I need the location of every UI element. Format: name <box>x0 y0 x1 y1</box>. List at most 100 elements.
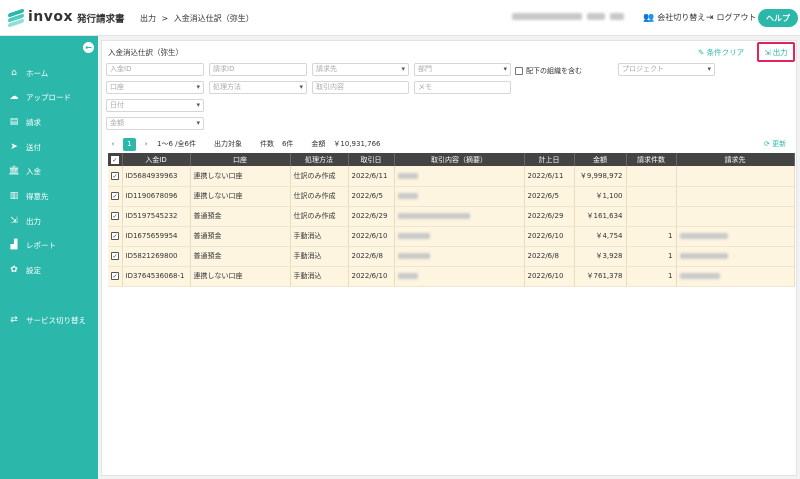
method-select[interactable]: 処理方法 <box>209 81 307 94</box>
sidebar-item-payment[interactable]: 🏛 入金 <box>0 164 98 178</box>
export-button[interactable]: ⇲ 出力 <box>757 42 795 62</box>
cell-amount: ￥761,378 <box>574 266 627 287</box>
department-select[interactable]: 部門 <box>414 63 511 76</box>
service-switch-label: サービス切り替え <box>26 315 86 325</box>
row-checkbox[interactable]: ✓ <box>111 212 119 220</box>
table-row[interactable]: ✓ ID5821269800 普通預金 手動消込 2022/6/8 2022/6… <box>108 246 795 267</box>
date-select[interactable]: 日付 <box>106 99 204 112</box>
chevron-left-icon[interactable]: ‹ <box>108 140 118 148</box>
sidebar-item-invoice[interactable]: ▤ 請求 <box>0 115 98 129</box>
row-checkbox[interactable]: ✓ <box>111 272 119 280</box>
breadcrumb-item-current: 入金消込仕訳（弥生） <box>173 14 254 23</box>
checkbox-box[interactable] <box>515 67 523 75</box>
cell-posting-date: 2022/6/11 <box>524 166 575 187</box>
cell-amount: ￥4,754 <box>574 226 627 247</box>
col-posting-date[interactable]: 計上日 <box>524 153 575 166</box>
col-trade-date[interactable]: 取引日 <box>348 153 395 166</box>
row-checkbox[interactable]: ✓ <box>111 171 119 180</box>
cell-invoice-count <box>626 166 677 187</box>
arrow-left-icon[interactable]: ← <box>83 42 94 53</box>
col-billing-to[interactable]: 請求先 <box>676 153 795 166</box>
service-switch[interactable]: ⇄ サービス切り替え <box>0 313 98 327</box>
cell-invoice-count: 1 <box>626 226 677 247</box>
app-logo[interactable]: invox 発行請求書 <box>8 8 125 28</box>
count-label: 件数 <box>259 140 274 148</box>
send-icon: ➤ <box>10 142 18 152</box>
sidebar-item-home[interactable]: ⌂ ホーム <box>0 66 98 80</box>
breadcrumb-item-export[interactable]: 出力 <box>140 14 156 23</box>
clear-conditions-link[interactable]: ✎ 条件クリア <box>698 47 744 58</box>
sidebar-item-send[interactable]: ➤ 送付 <box>0 140 98 154</box>
switch-company-link[interactable]: 👥 会社切り替え <box>643 12 705 23</box>
sidebar-item-label: 出力 <box>26 216 41 226</box>
main-panel: 入金消込仕訳（弥生） ✎ 条件クリア ⇲ 出力 入金ID 請求ID 請求先 部門… <box>101 40 797 476</box>
col-description[interactable]: 取引内容（摘要） <box>394 153 525 166</box>
cell-account: 連携しない口座 <box>190 266 291 287</box>
export-label: 出力 <box>772 47 788 57</box>
cell-posting-date: 2022/6/29 <box>524 206 575 227</box>
col-invoice-count[interactable]: 請求件数 <box>626 153 677 166</box>
logout-link[interactable]: ⇥ ログアウト <box>706 12 757 23</box>
cell-invoice-count <box>626 206 677 227</box>
sidebar-item-label: 得意先 <box>26 191 49 201</box>
help-button[interactable]: ヘルプ <box>758 9 798 27</box>
sidebar: ← ⌂ ホーム ☁ アップロード ▤ 請求 ➤ 送付 🏛 入金 ▥ 得意先 ⇲ 出力 ▟ レポー… <box>0 36 98 479</box>
col-amount[interactable]: 金額 <box>574 153 627 166</box>
cell-invoice-count <box>626 186 677 207</box>
col-method[interactable]: 処理方法 <box>290 153 349 166</box>
users-icon: 👥 <box>643 12 655 23</box>
bank-icon: 🏛 <box>8 166 20 176</box>
amount-select[interactable]: 金額 <box>106 117 204 130</box>
transaction-input[interactable]: 取引内容 <box>312 81 409 94</box>
cell-payment-id: ID5684939963 <box>122 166 191 187</box>
invoice-id-input[interactable]: 請求ID <box>209 63 307 76</box>
table-row[interactable]: ✓ ID1675659954 普通預金 手動消込 2022/6/10 2022/… <box>108 226 795 247</box>
sidebar-item-customer[interactable]: ▥ 得意先 <box>0 189 98 203</box>
table-row[interactable]: ✓ ID1190678096 連携しない口座 仕訳のみ作成 2022/6/5 2… <box>108 186 795 207</box>
include-sub-checkbox[interactable]: 配下の組織を含む <box>515 66 582 76</box>
switch-company-label: 会社切り替え <box>657 13 706 22</box>
cell-invoice-count: 1 <box>626 246 677 267</box>
cell-posting-date: 2022/6/8 <box>524 246 575 267</box>
refresh-label: 更新 <box>772 140 787 148</box>
export-icon: ⇲ <box>764 47 773 57</box>
payment-id-input[interactable]: 入金ID <box>106 63 204 76</box>
project-select[interactable]: プロジェクト <box>618 63 715 76</box>
table-row[interactable]: ✓ ID5684939963 連携しない口座 仕訳のみ作成 2022/6/11 … <box>108 166 795 187</box>
table-row[interactable]: ✓ ID3764536068-1 連携しない口座 手動消込 2022/6/10 … <box>108 266 795 287</box>
memo-input[interactable]: メモ <box>414 81 511 94</box>
amount-label: 金額 <box>311 140 326 148</box>
page-number-button[interactable]: 1 <box>123 137 136 151</box>
sidebar-item-label: アップロード <box>26 92 71 102</box>
cell-trade-date: 2022/6/11 <box>348 166 395 187</box>
table-header: ✓ 入金ID 口座 処理方法 取引日 取引内容（摘要） 計上日 金額 請求件数 … <box>108 153 795 166</box>
account-select[interactable]: 口座 <box>106 81 204 94</box>
sidebar-item-settings[interactable]: ✿ 設定 <box>0 263 98 277</box>
select-all-header[interactable]: ✓ <box>108 153 123 166</box>
billing-to-select[interactable]: 請求先 <box>312 63 409 76</box>
cell-description-redacted <box>394 226 525 247</box>
cell-account: 連携しない口座 <box>190 166 291 187</box>
cell-posting-date: 2022/6/10 <box>524 226 575 247</box>
cell-method: 手動消込 <box>290 226 349 247</box>
col-account[interactable]: 口座 <box>190 153 291 166</box>
row-checkbox[interactable]: ✓ <box>111 192 119 200</box>
cell-trade-date: 2022/6/5 <box>348 186 395 207</box>
cell-amount: ￥1,100 <box>574 186 627 207</box>
sidebar-item-upload[interactable]: ☁ アップロード <box>0 90 98 104</box>
row-checkbox[interactable]: ✓ <box>111 232 119 240</box>
refresh-link[interactable]: ⟳ 更新 <box>764 139 786 149</box>
col-payment-id[interactable]: 入金ID <box>122 153 191 166</box>
select-all-checkbox[interactable]: ✓ <box>110 155 119 164</box>
building-icon: ▥ <box>9 191 19 201</box>
table-row[interactable]: ✓ ID5197545232 普通預金 仕訳のみ作成 2022/6/29 202… <box>108 206 795 227</box>
row-checkbox[interactable]: ✓ <box>111 252 119 260</box>
include-sub-label: 配下の組織を含む <box>526 67 582 75</box>
cell-account: 普通預金 <box>190 206 291 227</box>
cell-description-redacted <box>394 166 525 187</box>
cell-method: 手動消込 <box>290 246 349 267</box>
sidebar-item-label: レポート <box>26 240 56 250</box>
chevron-right-icon[interactable]: › <box>141 140 151 148</box>
sidebar-item-report[interactable]: ▟ レポート <box>0 238 98 252</box>
sidebar-item-export[interactable]: ⇲ 出力 <box>0 214 98 228</box>
